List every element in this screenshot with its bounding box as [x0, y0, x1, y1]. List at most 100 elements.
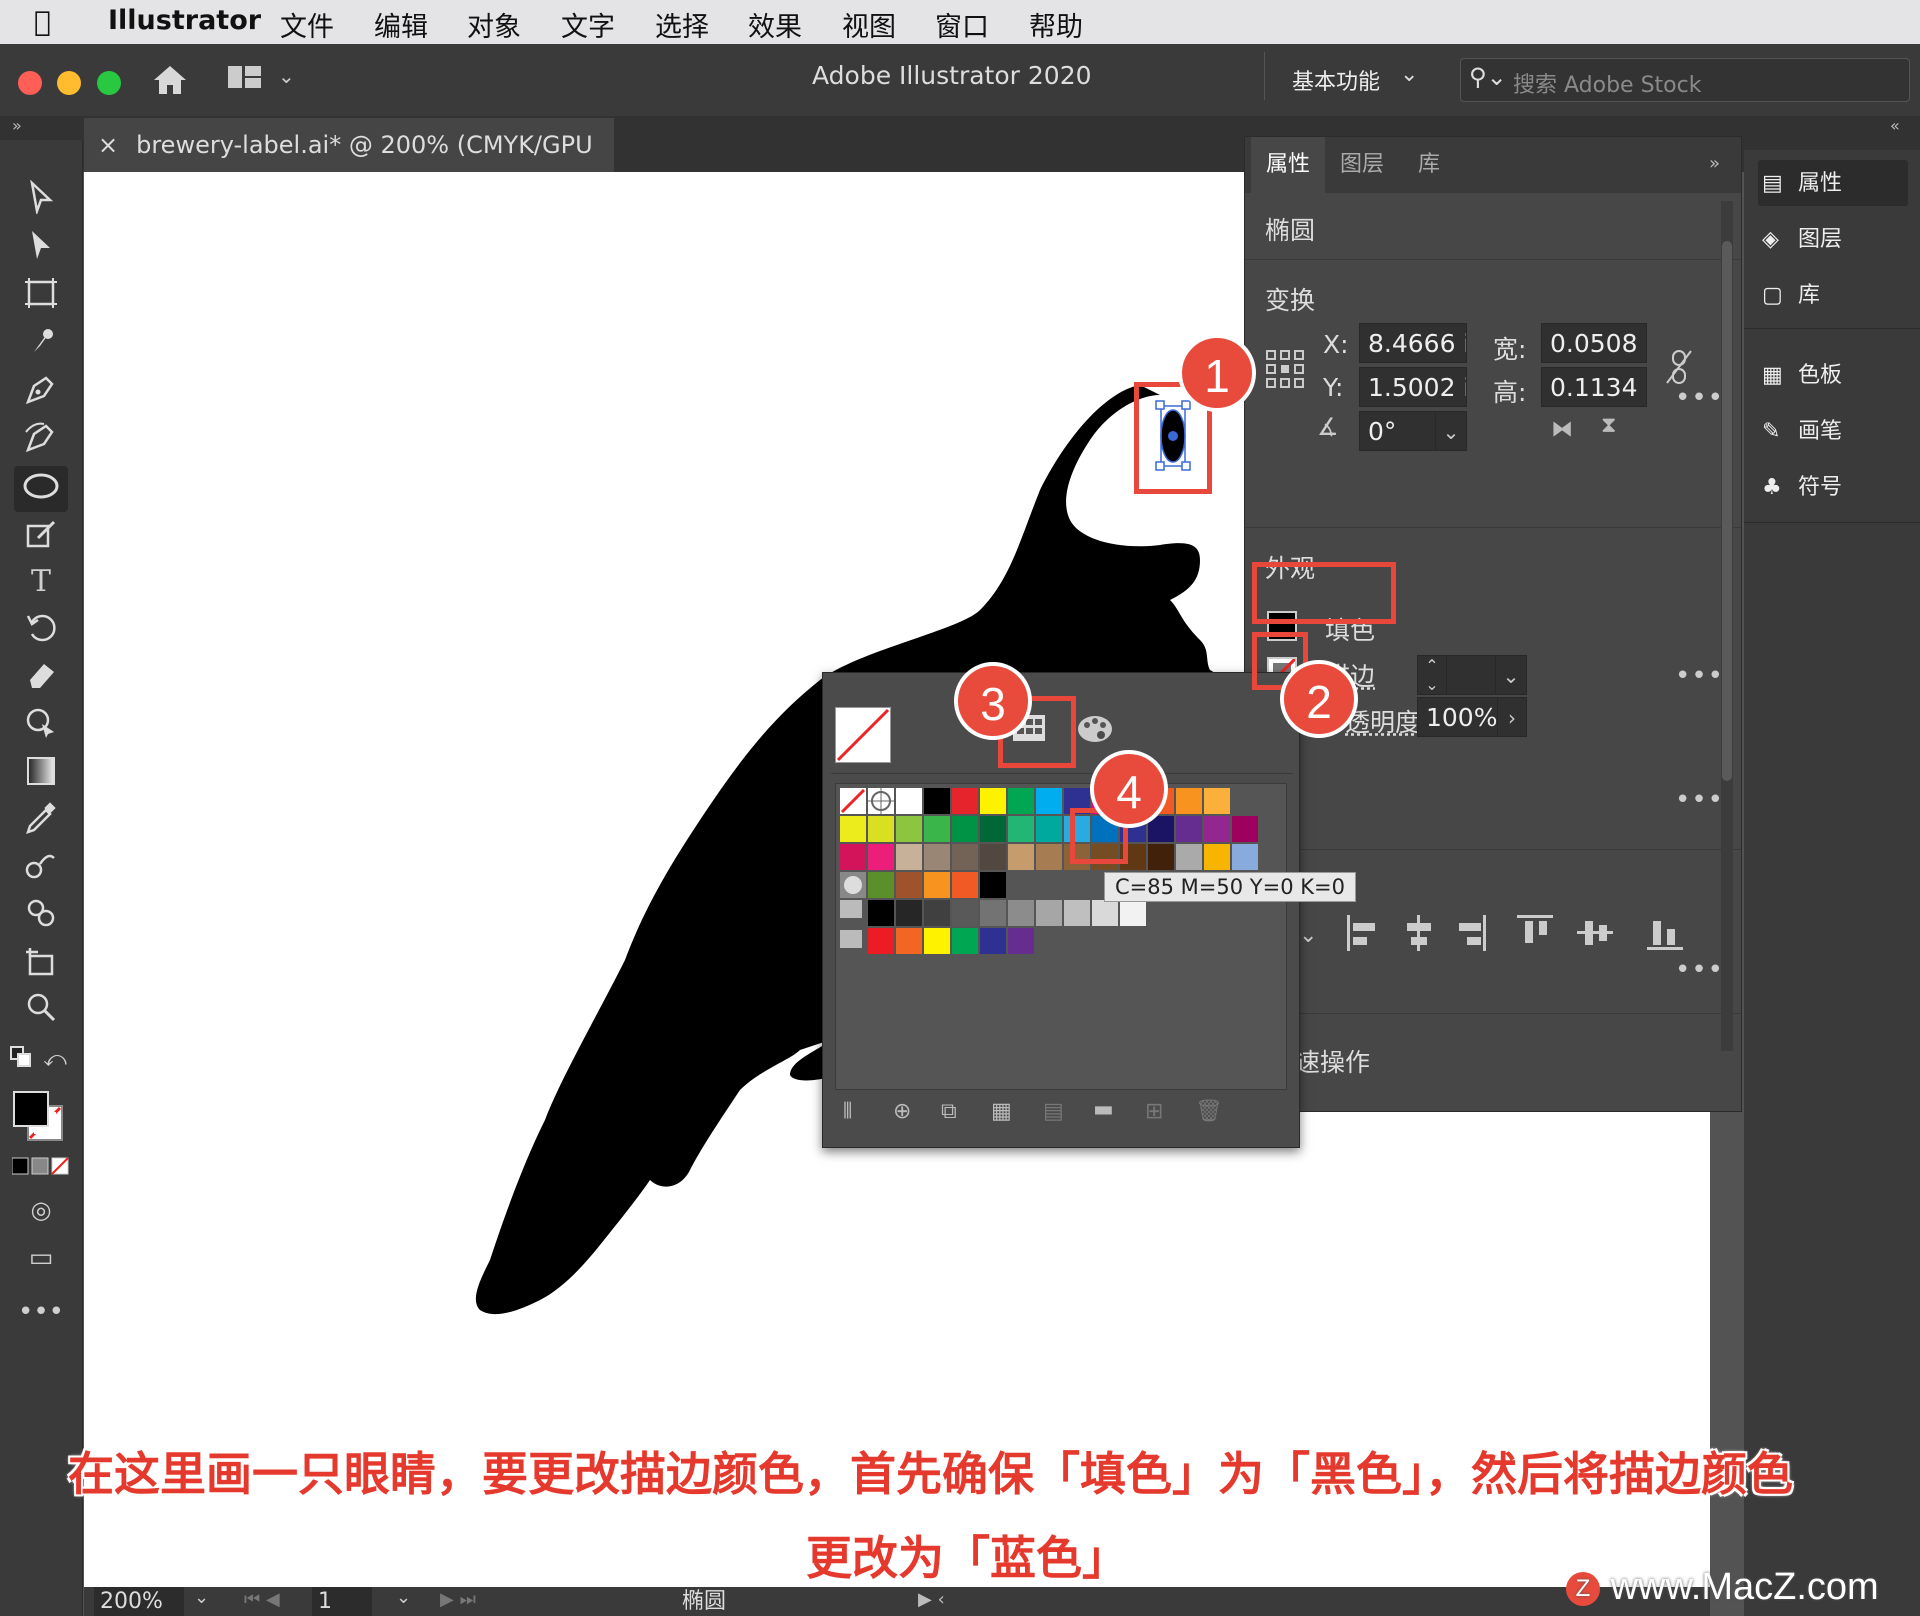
stepper-icon[interactable]: ⌃ ⌄ [1418, 656, 1447, 694]
show-kinds-icon[interactable]: ⊕ [893, 1099, 911, 1124]
menu-window[interactable]: 窗口 [935, 5, 989, 44]
delete-swatch-icon[interactable]: 🗑 [1195, 1099, 1223, 1124]
gradient-tool-icon[interactable] [14, 754, 68, 794]
chevron-right-icon[interactable]: › [1497, 698, 1526, 736]
step-badge-3: 3 [954, 662, 1032, 740]
stroke-weight-field[interactable]: ⌃ ⌄ ⌄ [1417, 655, 1527, 695]
chevron-down-icon[interactable]: ⌄ [1495, 656, 1526, 694]
more-tools-icon[interactable]: ••• [14, 1292, 68, 1332]
zoom-level-field[interactable]: 200% [94, 1587, 184, 1616]
default-colors-icon[interactable] [6, 1040, 36, 1080]
menu-select[interactable]: 选择 [655, 5, 709, 44]
shaper-tool-icon[interactable] [14, 516, 68, 556]
collapse-dock-icon[interactable]: « [1890, 116, 1900, 135]
status-menu-icon[interactable]: ▶ ‹ [918, 1589, 945, 1610]
zoom-tool-icon[interactable] [14, 990, 68, 1030]
folder-icon[interactable]: ▬ [1093, 1097, 1114, 1122]
next-artboard-icon[interactable]: ▶ ⏭ [440, 1589, 476, 1610]
more-align-icon[interactable]: ••• [1675, 955, 1724, 985]
puppet-warp-tool-icon[interactable] [14, 324, 68, 364]
reference-point-icon[interactable] [1265, 349, 1305, 389]
fill-stroke-indicator[interactable] [12, 1090, 68, 1146]
tab-properties[interactable]: 属性 [1251, 137, 1325, 193]
edit-color-group-icon[interactable]: ▤ [1043, 1099, 1064, 1124]
menu-help[interactable]: 帮助 [1029, 5, 1083, 44]
menu-view[interactable]: 视图 [842, 5, 896, 44]
height-field[interactable]: 0.1134 in [1541, 367, 1647, 407]
artboard-number-field[interactable]: 1 [312, 1587, 372, 1616]
color-mode-buttons[interactable] [11, 1156, 70, 1176]
none-swatch-preview[interactable] [835, 707, 891, 763]
minimize-window-button[interactable] [57, 71, 81, 95]
selection-tool-icon[interactable] [14, 179, 68, 220]
arrange-documents-icon[interactable] [228, 64, 264, 92]
x-position-field[interactable]: 8.4666 i [1359, 323, 1467, 363]
home-icon[interactable] [150, 60, 190, 100]
stock-search-input[interactable]: ⚲⌄ 搜索 Adobe Stock [1460, 58, 1910, 102]
dock-symbols[interactable]: ♣ 符号 [1762, 466, 1842, 510]
slice-tool-icon[interactable] [14, 944, 68, 984]
document-tab[interactable]: ×brewery-label.ai* @ 200% (CMYK/GPU 预览) [84, 118, 614, 213]
chevron-down-icon[interactable]: ⌄ [1400, 62, 1418, 87]
new-swatch-icon[interactable]: ⊞ [1145, 1099, 1163, 1124]
tab-layers[interactable]: 图层 [1329, 137, 1395, 193]
dock-layers[interactable]: ◈ 图层 [1762, 218, 1842, 262]
dock-swatches[interactable]: ▦ 色板 [1762, 354, 1842, 398]
chevron-down-icon[interactable]: ⌄ [396, 1587, 411, 1608]
swatch-libraries-icon[interactable]: ⫴ [843, 1099, 852, 1124]
first-artboard-icon[interactable]: ⏮ ◀ [244, 1589, 280, 1610]
new-color-group-icon[interactable]: ▦ [991, 1099, 1012, 1124]
opacity-field[interactable]: 100% › [1417, 697, 1527, 737]
close-tab-icon[interactable]: × [98, 131, 118, 159]
more-appearance-options-icon[interactable]: ••• [1675, 661, 1724, 691]
zoom-window-button[interactable] [97, 71, 121, 95]
scrollbar-thumb[interactable] [1722, 241, 1732, 781]
rotate-tool-icon[interactable] [14, 610, 68, 650]
dock-libraries[interactable]: ▢ 库 [1762, 274, 1820, 318]
rotate-angle-field[interactable]: 0° ⌄ [1359, 411, 1467, 451]
constrain-proportions-icon[interactable] [1665, 349, 1693, 385]
menu-object[interactable]: 对象 [467, 5, 521, 44]
direct-selection-tool-icon[interactable] [14, 228, 68, 268]
drawing-mode-icon[interactable]: ◎ [14, 1190, 68, 1230]
dock-properties[interactable]: ▤ 属性 [1762, 162, 1842, 206]
menu-effect[interactable]: 效果 [748, 5, 802, 44]
pen-tool-icon[interactable] [14, 372, 68, 412]
flip-horizontal-icon[interactable]: ⧓ [1551, 417, 1573, 442]
width-field[interactable]: 0.0508 in [1541, 323, 1647, 363]
eyedropper-tool-icon[interactable] [14, 802, 68, 842]
chevron-down-icon[interactable]: ⌄ [1435, 412, 1466, 450]
expand-toolbar-icon[interactable]: » [12, 116, 22, 135]
close-window-button[interactable] [18, 71, 42, 95]
screen-mode-icon[interactable]: ▭ [14, 1238, 68, 1278]
color-mixer-icon[interactable] [1075, 711, 1115, 745]
apple-icon[interactable]:  [34, 5, 51, 38]
arrange-dropdown-icon[interactable]: ⌄ [278, 64, 295, 88]
symbol-sprayer-tool-icon[interactable] [14, 896, 68, 936]
free-transform-tool-icon[interactable] [14, 706, 68, 746]
tab-libraries[interactable]: 库 [1401, 137, 1457, 193]
chevron-down-icon[interactable]: ⌄ [1299, 923, 1317, 948]
eraser-tool-icon[interactable] [14, 658, 68, 698]
menu-type[interactable]: 文字 [561, 5, 615, 44]
menu-file[interactable]: 文件 [280, 5, 334, 44]
align-bottom-icon[interactable] [1645, 913, 1685, 953]
curvature-tool-icon[interactable] [14, 420, 68, 460]
swatch-options-icon[interactable]: ⧉ [941, 1099, 957, 1124]
menu-edit[interactable]: 编辑 [374, 5, 428, 44]
dock-brushes[interactable]: ✎ 画笔 [1762, 410, 1842, 454]
y-position-field[interactable]: 1.5002 i [1359, 367, 1467, 407]
panel-scrollbar[interactable] [1721, 201, 1733, 1051]
swap-colors-icon[interactable]: ⤺ [40, 1040, 70, 1080]
more-appearance-icon[interactable]: ••• [1675, 785, 1724, 815]
ellipse-tool-icon[interactable] [14, 466, 68, 512]
artboard-tool-icon[interactable] [14, 276, 68, 316]
more-transform-options-icon[interactable]: ••• [1675, 383, 1724, 413]
flip-vertical-icon[interactable]: ⧗ [1601, 413, 1616, 438]
workspace-switcher[interactable]: 基本功能 [1292, 64, 1380, 96]
menu-app-name[interactable]: Illustrator [108, 5, 261, 36]
chevron-down-icon[interactable]: ⌄ [194, 1587, 209, 1608]
blend-tool-icon[interactable] [14, 848, 68, 888]
type-tool-icon[interactable]: T [14, 562, 68, 602]
panel-expand-icon[interactable]: » [1709, 153, 1720, 174]
